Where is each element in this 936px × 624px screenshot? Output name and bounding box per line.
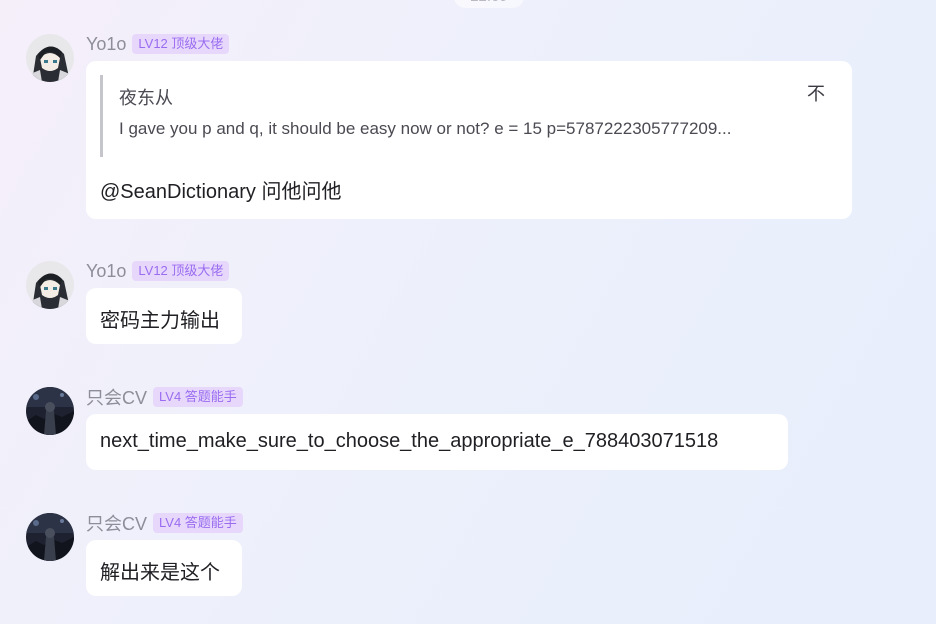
concert-avatar[interactable]: [26, 387, 74, 435]
quoted-author: 夜东从: [119, 88, 173, 108]
sender-name[interactable]: 只会CV: [86, 384, 147, 410]
sender-name[interactable]: Yo1o: [86, 34, 126, 55]
message-text: next_time_make_sure_to_choose_the_approp…: [100, 430, 719, 452]
anime-avatar[interactable]: [26, 34, 74, 82]
message-bubble[interactable]: 解出来是这个: [86, 540, 242, 596]
level-badge: LV4 答题能手: [153, 513, 243, 533]
message-text: @SeanDictionary 问他问他: [100, 181, 342, 203]
quote-expand-icon[interactable]: 不: [805, 83, 827, 105]
sender-name[interactable]: 只会CV: [86, 510, 147, 536]
message-bubble[interactable]: next_time_make_sure_to_choose_the_approp…: [86, 414, 788, 470]
level-badge: LV12 顶级大佬: [132, 261, 230, 281]
message-bubble[interactable]: 夜东从 不 I gave you p and q, it should be e…: [86, 61, 852, 219]
sender-name[interactable]: Yo1o: [86, 261, 126, 282]
message-text: 解出来是这个: [100, 562, 220, 584]
concert-avatar[interactable]: [26, 513, 74, 561]
message-bubble[interactable]: 密码主力输出: [86, 288, 242, 344]
quoted-text: I gave you p and q, it should be easy no…: [119, 119, 732, 138]
time-divider: 22:09: [454, 0, 524, 8]
anime-avatar[interactable]: [26, 261, 74, 309]
level-badge: LV12 顶级大佬: [132, 34, 230, 54]
message-text: 密码主力输出: [100, 310, 220, 332]
level-badge: LV4 答题能手: [153, 387, 243, 407]
quoted-message[interactable]: 夜东从 不 I gave you p and q, it should be e…: [100, 75, 827, 157]
